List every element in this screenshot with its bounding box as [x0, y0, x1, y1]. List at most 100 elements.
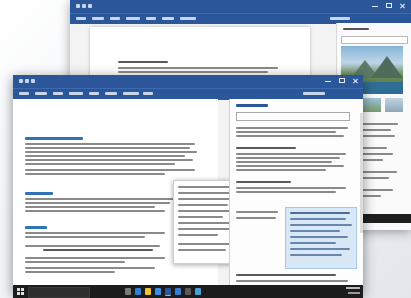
start-icon[interactable] — [17, 288, 24, 295]
pane-search-input[interactable] — [236, 112, 350, 121]
maximize-icon[interactable] — [339, 78, 345, 83]
highlighted-result-card[interactable] — [285, 207, 357, 269]
text-line — [236, 153, 346, 155]
text-line — [25, 151, 197, 153]
ribbon-tab[interactable] — [89, 92, 99, 95]
ribbon-tab[interactable] — [105, 92, 117, 95]
close-icon[interactable] — [353, 78, 359, 83]
heading — [25, 137, 83, 140]
ribbon-tab[interactable] — [126, 17, 140, 20]
text-line — [25, 267, 155, 269]
task-view-icon[interactable] — [125, 288, 131, 295]
ribbon-tab[interactable] — [162, 17, 174, 20]
pane-title — [236, 104, 268, 107]
word-window-front[interactable] — [13, 75, 363, 293]
pane-scrollbar[interactable] — [360, 113, 363, 233]
title-bar[interactable] — [13, 75, 363, 88]
pane-title — [343, 28, 369, 30]
heading — [25, 226, 47, 229]
store-icon[interactable] — [155, 288, 161, 295]
close-icon[interactable] — [400, 3, 406, 8]
text-line — [25, 198, 175, 200]
ribbon-tab[interactable] — [92, 17, 104, 20]
text-line — [236, 211, 278, 213]
text-line — [25, 232, 165, 234]
text-line — [290, 212, 350, 214]
text-line — [25, 143, 195, 145]
result-title[interactable] — [236, 147, 296, 149]
text-line — [236, 131, 336, 133]
text-line — [178, 228, 230, 230]
text-line — [25, 159, 193, 161]
undo-icon[interactable] — [25, 79, 29, 83]
ribbon-tab[interactable] — [53, 92, 63, 95]
text-line — [118, 71, 268, 73]
undo-icon[interactable] — [82, 4, 86, 8]
ribbon-tab[interactable] — [19, 92, 29, 95]
save-icon[interactable] — [19, 79, 23, 83]
text-line — [290, 254, 342, 256]
result-title[interactable] — [236, 181, 291, 183]
text-line — [290, 248, 350, 250]
text-line — [118, 67, 278, 69]
pane-search-input[interactable] — [341, 36, 408, 44]
text-line — [178, 243, 234, 245]
ribbon-tab[interactable] — [35, 92, 47, 95]
tell-me-box[interactable] — [330, 17, 350, 20]
date[interactable] — [348, 292, 360, 294]
text-line — [236, 135, 344, 137]
minimize-icon[interactable] — [325, 78, 331, 82]
taskbar — [13, 285, 363, 298]
redo-icon[interactable] — [31, 79, 35, 83]
save-icon[interactable] — [76, 4, 80, 8]
clock[interactable] — [346, 287, 360, 289]
image-thumbnail[interactable] — [363, 98, 381, 112]
text-line — [236, 191, 336, 193]
text-line — [25, 169, 195, 171]
text-line — [25, 163, 175, 165]
text-line — [290, 224, 352, 226]
ribbon-tab[interactable] — [69, 92, 83, 95]
text-line — [290, 230, 340, 232]
text-line — [236, 187, 346, 189]
result-title[interactable] — [236, 274, 336, 276]
text-line — [236, 127, 348, 129]
redo-icon[interactable] — [88, 4, 92, 8]
title-bar[interactable] — [70, 0, 411, 13]
researcher-pane — [229, 99, 363, 293]
text-line — [178, 249, 226, 251]
heading-blur — [118, 61, 168, 63]
text-line — [290, 218, 346, 220]
ribbon-tab[interactable] — [123, 92, 139, 95]
mail-icon[interactable] — [175, 288, 181, 295]
image-thumbnail[interactable] — [385, 98, 403, 112]
ribbon-tab[interactable] — [180, 17, 196, 20]
maximize-icon[interactable] — [386, 3, 392, 8]
text-line — [236, 169, 326, 171]
ribbon-tab[interactable] — [146, 17, 156, 20]
text-line — [178, 204, 228, 206]
tell-me-box[interactable] — [303, 92, 325, 95]
word-icon[interactable] — [165, 288, 171, 296]
taskbar-search-box[interactable] — [28, 287, 90, 298]
text-line — [43, 249, 153, 251]
text-line — [25, 202, 170, 204]
text-line — [25, 245, 160, 247]
explorer-icon[interactable] — [145, 288, 151, 295]
text-line — [25, 271, 115, 273]
ribbon-tab[interactable] — [143, 92, 153, 95]
text-line — [236, 280, 348, 282]
text-line — [290, 242, 336, 244]
text-line — [236, 157, 340, 159]
app-icon[interactable] — [195, 288, 201, 295]
ribbon-tab[interactable] — [76, 17, 86, 20]
heading — [25, 192, 53, 195]
text-line — [236, 217, 276, 219]
text-line — [25, 261, 125, 263]
text-line — [25, 173, 165, 175]
text-line — [236, 165, 344, 167]
ribbon-tab[interactable] — [110, 17, 120, 20]
edge-icon[interactable] — [135, 288, 141, 295]
minimize-icon[interactable] — [372, 3, 378, 7]
app-icon[interactable] — [185, 288, 191, 295]
